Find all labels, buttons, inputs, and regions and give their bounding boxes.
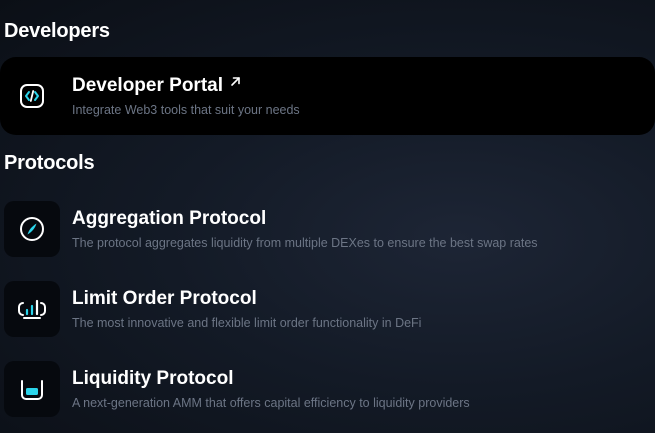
compass-icon bbox=[4, 201, 60, 257]
code-icon bbox=[4, 68, 60, 124]
protocols-heading: Protocols bbox=[4, 152, 95, 174]
aggregation-protocol-link[interactable]: Aggregation Protocol The protocol aggreg… bbox=[0, 190, 655, 268]
chart-bars-icon bbox=[4, 281, 60, 337]
developer-portal-link[interactable]: Developer Portal Integrate Web3 tools th… bbox=[0, 57, 655, 135]
liquidity-protocol-link[interactable]: Liquidity Protocol A next-generation AMM… bbox=[0, 350, 655, 428]
developers-heading: Developers bbox=[4, 20, 110, 42]
aggregation-protocol-title: Aggregation Protocol bbox=[72, 208, 267, 229]
limit-order-protocol-title: Limit Order Protocol bbox=[72, 288, 257, 309]
developer-portal-title-row: Developer Portal bbox=[72, 75, 241, 97]
liquidity-protocol-description: A next-generation AMM that offers capita… bbox=[72, 396, 470, 410]
developer-portal-description: Integrate Web3 tools that suit your need… bbox=[72, 103, 300, 117]
developer-portal-title: Developer Portal bbox=[72, 75, 223, 96]
external-link-arrow-icon bbox=[230, 71, 241, 93]
liquidity-protocol-title: Liquidity Protocol bbox=[72, 368, 234, 389]
liquidity-pool-icon bbox=[4, 361, 60, 417]
aggregation-protocol-description: The protocol aggregates liquidity from m… bbox=[72, 236, 538, 250]
limit-order-protocol-link[interactable]: Limit Order Protocol The most innovative… bbox=[0, 270, 655, 348]
limit-order-protocol-description: The most innovative and flexible limit o… bbox=[72, 316, 422, 330]
